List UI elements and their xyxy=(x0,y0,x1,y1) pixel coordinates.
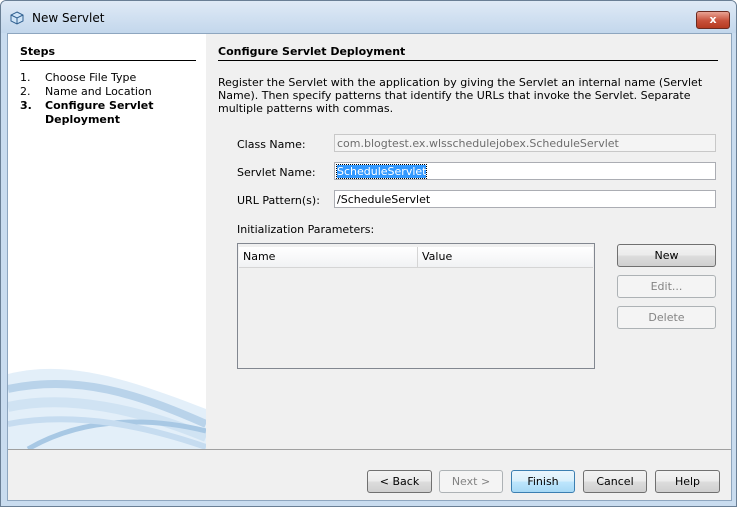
close-button[interactable]: x xyxy=(696,11,730,29)
step-number: 3. xyxy=(20,99,32,112)
wizard-swoosh-graphic xyxy=(8,368,206,449)
finish-button[interactable]: Finish xyxy=(511,470,575,493)
panel-description: Register the Servlet with the applicatio… xyxy=(218,76,703,115)
steps-divider xyxy=(20,60,196,61)
delete-param-button[interactable]: Delete xyxy=(617,306,716,329)
configure-servlet-panel: Configure Servlet Deployment Register th… xyxy=(206,34,731,449)
window-title: New Servlet xyxy=(32,11,105,25)
steps-panel: Steps 1. Choose File Type 2. Name and Lo… xyxy=(8,34,206,449)
url-pattern-label: URL Pattern(s): xyxy=(237,194,320,207)
class-name-field: com.blogtest.ex.wlsschedulejobex.Schedul… xyxy=(334,134,716,152)
step-label: Name and Location xyxy=(45,85,152,98)
help-button[interactable]: Help xyxy=(655,470,720,493)
step-number: 2. xyxy=(20,85,31,98)
step-label: Choose File Type xyxy=(45,71,137,84)
button-bar-divider xyxy=(8,449,731,450)
new-param-button[interactable]: New xyxy=(617,244,716,267)
step-label: Configure Servlet Deployment xyxy=(45,99,154,126)
init-params-table[interactable]: Name Value xyxy=(237,243,595,369)
steps-heading: Steps xyxy=(20,45,56,58)
step-number: 1. xyxy=(20,71,31,84)
init-params-header: Name Value xyxy=(239,247,593,268)
netbeans-cube-icon xyxy=(10,11,24,25)
new-servlet-dialog: New Servlet x Steps 1. Choose File Type … xyxy=(0,0,737,507)
close-icon: x xyxy=(709,13,717,26)
panel-title: Configure Servlet Deployment xyxy=(218,45,406,58)
url-pattern-input[interactable]: /ScheduleServlet xyxy=(334,190,716,208)
servlet-name-label: Servlet Name: xyxy=(237,166,316,179)
servlet-name-input[interactable]: ScheduleServlet xyxy=(334,162,716,180)
class-name-label: Class Name: xyxy=(237,138,306,151)
column-header-value[interactable]: Value xyxy=(417,247,593,267)
panel-divider xyxy=(218,60,718,61)
dialog-body: Steps 1. Choose File Type 2. Name and Lo… xyxy=(7,33,732,501)
column-header-name[interactable]: Name xyxy=(239,247,417,267)
cancel-button[interactable]: Cancel xyxy=(583,470,647,493)
back-button[interactable]: < Back xyxy=(367,470,432,493)
edit-param-button[interactable]: Edit... xyxy=(617,275,716,298)
next-button[interactable]: Next > xyxy=(439,470,503,493)
title-bar: New Servlet x xyxy=(1,1,736,33)
servlet-name-value: ScheduleServlet xyxy=(335,164,428,179)
init-params-label: Initialization Parameters: xyxy=(237,223,375,236)
